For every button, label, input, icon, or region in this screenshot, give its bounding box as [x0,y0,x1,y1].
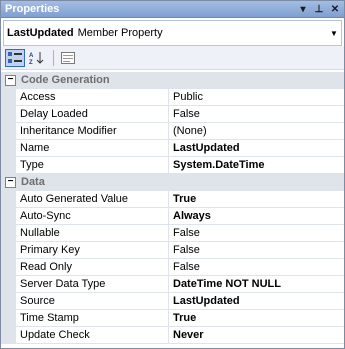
property-row-auto-generated-value[interactable]: Auto Generated Value True [1,191,344,208]
title-bar: Properties ▾ ⊥ ✕ [1,1,344,18]
category-label: Data [21,176,45,188]
property-row-source[interactable]: Source LastUpdated [1,293,344,310]
pin-icon[interactable]: ⊥ [312,2,326,16]
category-data[interactable]: − Data [1,174,344,191]
property-value[interactable]: False [169,106,344,123]
property-toolbar: A Z [1,46,344,70]
svg-text:A: A [29,53,34,59]
property-name: Delay Loaded [16,106,169,123]
sort-alphabetical-icon: A Z [29,51,44,65]
collapse-icon[interactable]: − [5,176,16,188]
property-value[interactable]: False [169,259,344,276]
property-value[interactable]: System.DateTime [169,157,344,174]
property-row-update-check[interactable]: Update Check Never [1,327,344,344]
window-position-dropdown-icon[interactable]: ▾ [296,2,310,16]
property-name: Nullable [16,225,169,242]
object-type: Member Property [77,27,163,39]
property-value[interactable]: Always [169,208,344,225]
property-value[interactable]: True [169,191,344,208]
categorized-button[interactable] [5,48,25,67]
property-name: Read Only [16,259,169,276]
property-row-read-only[interactable]: Read Only False [1,259,344,276]
category-code-generation[interactable]: − Code Generation [1,72,344,89]
property-name: Auto Generated Value [16,191,169,208]
categorized-icon [8,51,22,63]
chevron-down-icon[interactable]: ▼ [327,29,341,38]
property-row-inheritance-modifier[interactable]: Inheritance Modifier (None) [1,123,344,140]
property-row-access[interactable]: Access Public [1,89,344,106]
property-row-time-stamp[interactable]: Time Stamp True [1,310,344,327]
property-value[interactable]: (None) [169,123,344,140]
property-row-type[interactable]: Type System.DateTime [1,157,344,174]
category-label: Code Generation [21,74,110,86]
property-grid: − Code Generation Access Public Delay Lo… [1,72,344,348]
property-value[interactable]: LastUpdated [169,140,344,157]
property-pages-button[interactable] [58,49,78,67]
property-value[interactable]: LastUpdated [169,293,344,310]
property-value[interactable]: DateTime NOT NULL [169,276,344,293]
property-name: Primary Key [16,242,169,259]
property-name: Source [16,293,169,310]
property-name: Time Stamp [16,310,169,327]
property-pages-icon [61,51,75,64]
properties-window: Properties ▾ ⊥ ✕ LastUpdated Member Prop… [0,0,345,349]
property-name: Auto-Sync [16,208,169,225]
property-name: Access [16,89,169,106]
toolbar-separator [53,49,54,66]
svg-text:Z: Z [29,60,33,65]
property-value[interactable]: False [169,225,344,242]
property-name: Type [16,157,169,174]
object-selector[interactable]: LastUpdated Member Property ▼ [3,20,342,46]
property-name: Update Check [16,327,169,344]
property-name: Server Data Type [16,276,169,293]
property-row-auto-sync[interactable]: Auto-Sync Always [1,208,344,225]
property-row-server-data-type[interactable]: Server Data Type DateTime NOT NULL [1,276,344,293]
property-row-name[interactable]: Name LastUpdated [1,140,344,157]
property-name: Inheritance Modifier [16,123,169,140]
object-name: LastUpdated [7,27,74,39]
alphabetical-button[interactable]: A Z [27,49,47,67]
collapse-icon[interactable]: − [5,74,16,86]
property-name: Name [16,140,169,157]
property-row-delay-loaded[interactable]: Delay Loaded False [1,106,344,123]
property-value[interactable]: Never [169,327,344,344]
property-value[interactable]: True [169,310,344,327]
property-row-nullable[interactable]: Nullable False [1,225,344,242]
property-row-primary-key[interactable]: Primary Key False [1,242,344,259]
property-value[interactable]: False [169,242,344,259]
window-title: Properties [5,3,60,15]
property-value[interactable]: Public [169,89,344,106]
close-icon[interactable]: ✕ [328,2,342,16]
